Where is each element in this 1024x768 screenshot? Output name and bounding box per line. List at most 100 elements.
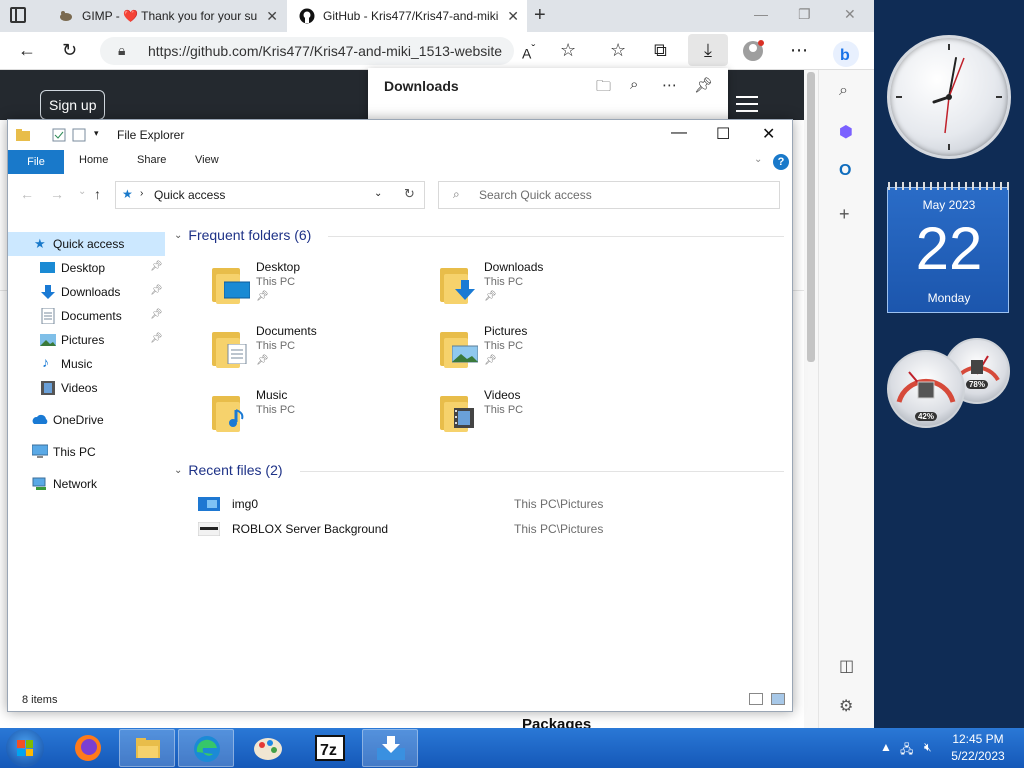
- show-hidden-icons-icon[interactable]: ▲: [880, 740, 892, 754]
- title-bar[interactable]: ▾ File Explorer — ☐ ✕: [8, 120, 792, 150]
- details-view-icon[interactable]: [749, 693, 763, 705]
- chevron-right-icon[interactable]: ›: [140, 188, 143, 199]
- tab-gimp[interactable]: GIMP - ❤️ Thank you for your su ✕: [46, 0, 286, 32]
- folder-tile-desktop[interactable]: Desktop This PC 📌︎: [210, 260, 410, 316]
- nav-desktop[interactable]: Desktop 📌︎: [8, 256, 165, 280]
- more-icon[interactable]: ⋯: [790, 40, 808, 60]
- profile-icon[interactable]: [742, 40, 764, 66]
- tab-file[interactable]: File: [8, 150, 64, 174]
- folder-tile-music[interactable]: Music This PC: [210, 388, 410, 444]
- read-aloud-icon[interactable]: Aˇ: [522, 40, 535, 64]
- taskbar-7zip[interactable]: 7z: [302, 729, 358, 767]
- close-tab-icon[interactable]: ✕: [507, 8, 519, 25]
- search-icon[interactable]: ⌕: [630, 76, 638, 93]
- address-bar[interactable]: 🔒︎ https://github.com/Kris477/Kris47-and…: [100, 37, 514, 65]
- list-item[interactable]: img0 This PC\Pictures: [198, 495, 788, 517]
- bing-chat-icon[interactable]: b: [832, 40, 860, 72]
- nav-music[interactable]: ♪ Music: [8, 352, 165, 376]
- list-item[interactable]: ROBLOX Server Background This PC\Picture…: [198, 520, 788, 542]
- collections-icon[interactable]: ⧉: [654, 40, 667, 60]
- pin-icon[interactable]: 📌︎: [150, 309, 163, 320]
- search-icon[interactable]: ⌕: [839, 82, 848, 100]
- tab-github[interactable]: GitHub - Kris477/Kris47-and-miki ✕: [287, 0, 527, 32]
- clock-face-icon: [896, 44, 1002, 150]
- downloads-icon[interactable]: ⤓: [688, 34, 728, 66]
- refresh-icon[interactable]: ↻: [62, 40, 77, 60]
- nav-pictures[interactable]: Pictures 📌︎: [8, 328, 165, 352]
- close-icon[interactable]: ✕: [844, 6, 856, 23]
- taskbar-firefox[interactable]: [60, 729, 116, 767]
- up-icon[interactable]: ↑: [94, 186, 101, 202]
- calendar-gadget[interactable]: May 2023 22 Monday: [887, 182, 1010, 313]
- taskbar-edge[interactable]: [178, 729, 234, 767]
- nav-quick-access[interactable]: ★ Quick access: [8, 232, 165, 256]
- start-button[interactable]: [6, 729, 44, 767]
- add-favorite-icon[interactable]: ☆: [560, 40, 576, 60]
- copilot-icon[interactable]: ⬢: [839, 122, 853, 142]
- recent-files-header[interactable]: ⌄ Recent files (2): [174, 462, 283, 478]
- tab-actions-icon[interactable]: [10, 7, 26, 23]
- pin-icon[interactable]: 📌︎: [150, 285, 163, 296]
- close-tab-icon[interactable]: ✕: [266, 8, 278, 25]
- scrollbar-thumb[interactable]: [807, 72, 815, 362]
- taskbar-downloads-app[interactable]: [362, 729, 418, 767]
- open-folder-icon[interactable]: 🗀︎: [596, 76, 611, 101]
- properties-icon[interactable]: [52, 128, 66, 142]
- help-icon[interactable]: ?: [773, 154, 789, 170]
- outlook-icon[interactable]: O: [839, 162, 851, 180]
- cpu-meter[interactable]: 42%: [887, 350, 965, 428]
- pin-icon[interactable]: 📌︎: [150, 261, 163, 272]
- customize-qat-icon[interactable]: ▾: [94, 128, 99, 139]
- back-icon[interactable]: ←: [18, 40, 36, 60]
- nav-this-pc[interactable]: This PC: [8, 440, 165, 464]
- volume-muted-icon[interactable]: 🔇︎: [924, 740, 932, 755]
- folder-tile-downloads[interactable]: Downloads This PC 📌︎: [438, 260, 638, 316]
- nav-network[interactable]: Network: [8, 472, 165, 496]
- minimize-icon[interactable]: —: [754, 6, 768, 22]
- tab-share[interactable]: Share: [137, 154, 166, 166]
- tab-view[interactable]: View: [195, 154, 219, 166]
- large-icons-view-icon[interactable]: [771, 693, 785, 705]
- search-field[interactable]: ⌕ Search Quick access: [438, 181, 780, 209]
- more-icon[interactable]: ⋯: [662, 76, 677, 94]
- address-bar[interactable]: ★ › Quick access ⌄ ↻: [115, 181, 425, 209]
- back-icon[interactable]: ←: [20, 186, 34, 202]
- new-tab-button[interactable]: +: [534, 4, 546, 27]
- close-icon[interactable]: ✕: [762, 124, 775, 144]
- page-scrollbar[interactable]: [804, 70, 818, 728]
- folder-tile-pictures[interactable]: Pictures This PC 📌︎: [438, 324, 638, 380]
- settings-icon[interactable]: ⚙: [839, 696, 853, 716]
- nav-downloads[interactable]: Downloads 📌︎: [8, 280, 165, 304]
- frequent-folders-header[interactable]: ⌄ Frequent folders (6): [174, 227, 311, 243]
- recent-locations-icon[interactable]: ⌄: [78, 186, 86, 197]
- pin-icon[interactable]: 📌︎: [150, 333, 163, 344]
- folder-tile-documents[interactable]: Documents This PC 📌︎: [210, 324, 410, 380]
- nav-documents[interactable]: Documents 📌︎: [8, 304, 165, 328]
- clock-gadget[interactable]: [887, 35, 1011, 159]
- refresh-icon[interactable]: ↻: [404, 186, 415, 202]
- expand-ribbon-icon[interactable]: ⌄: [754, 154, 762, 165]
- tab-home[interactable]: Home: [79, 154, 108, 166]
- network-status-icon[interactable]: 🖧︎: [900, 740, 913, 761]
- maximize-icon[interactable]: ☐: [716, 124, 730, 144]
- favorites-icon[interactable]: ☆: [610, 40, 626, 60]
- add-icon[interactable]: +: [839, 204, 850, 225]
- taskbar-paint[interactable]: [240, 729, 296, 767]
- taskbar-file-explorer[interactable]: [119, 729, 175, 767]
- divider: [328, 236, 784, 237]
- sign-up-button[interactable]: Sign up: [40, 90, 106, 120]
- chevron-down-icon[interactable]: ⌄: [374, 188, 382, 199]
- tray-date[interactable]: 5/22/2023: [948, 749, 1008, 763]
- tray-time[interactable]: 12:45 PM: [948, 732, 1008, 746]
- restore-icon[interactable]: ❐: [798, 6, 811, 23]
- nav-videos[interactable]: Videos: [8, 376, 165, 400]
- downloads-icon: [41, 285, 55, 299]
- nav-onedrive[interactable]: OneDrive: [8, 408, 165, 432]
- menu-icon[interactable]: [736, 96, 758, 117]
- folder-tile-videos[interactable]: Videos This PC: [438, 388, 638, 444]
- new-folder-icon[interactable]: [72, 128, 86, 142]
- forward-icon[interactable]: →: [50, 186, 64, 202]
- sidebar-toggle-icon[interactable]: ◫: [839, 656, 854, 676]
- minimize-icon[interactable]: —: [671, 124, 687, 142]
- pin-icon[interactable]: 📌︎: [694, 76, 713, 94]
